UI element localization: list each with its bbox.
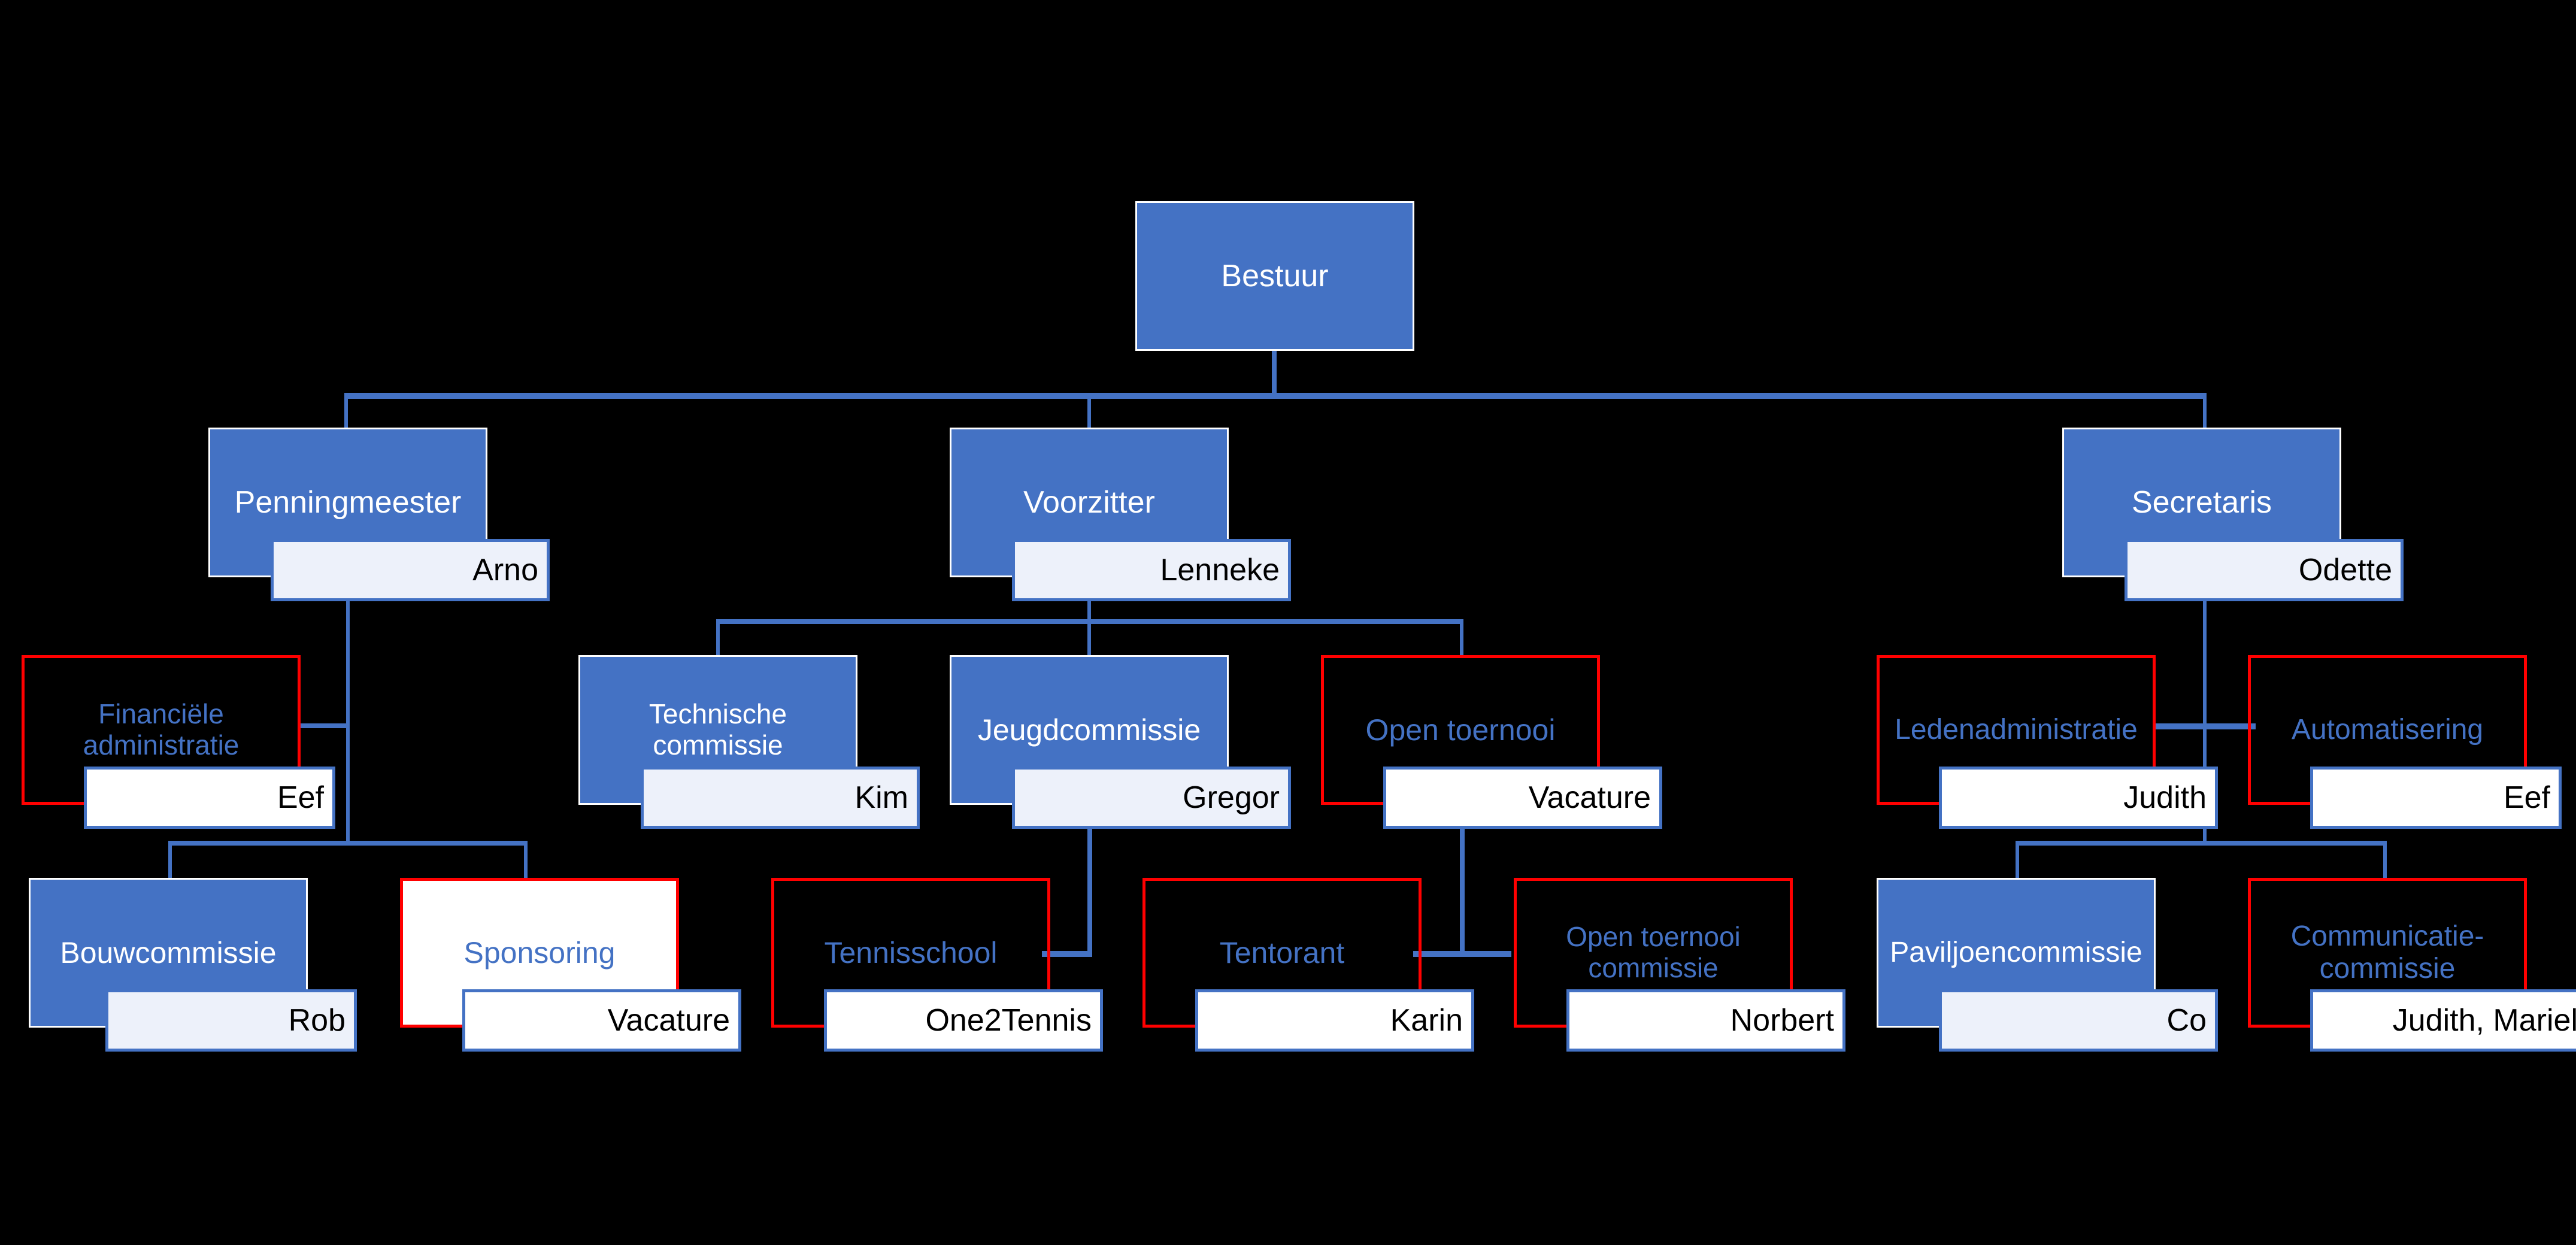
org-node-title-jeugdcommissie: Jeugdcommissie [977, 713, 1201, 747]
connector-penn-child-bus [168, 841, 528, 846]
org-node-nameplate-open-toernooi-commissie[interactable]: Norbert [1566, 989, 1845, 1052]
org-node-title-penningmeester: Penningmeester [234, 484, 462, 520]
org-node-title-sponsoring: Sponsoring [463, 936, 616, 970]
org-node-open-toernooi-commissie[interactable]: Open toernooi commissie Norbert [1514, 878, 1845, 1052]
org-node-title-communicatie-commissie: Communicatie-commissie [2290, 920, 2484, 985]
org-node-technische-commissie[interactable]: Technische commissie Kim [578, 655, 920, 829]
org-node-title-automatisering: Automatisering [2291, 714, 2484, 746]
connector-secr-child-bus [2016, 841, 2387, 846]
org-node-person-open-toernooi: Vacature [1528, 780, 1651, 815]
org-node-jeugdcommissie[interactable]: Jeugdcommissie Gregor [950, 655, 1291, 829]
connector-penn-asst-stub [298, 723, 347, 728]
org-node-nameplate-tentorant[interactable]: Karin [1195, 989, 1474, 1052]
org-node-nameplate-bouwcommissie[interactable]: Rob [105, 989, 357, 1052]
org-node-nameplate-tennisschool[interactable]: One2Tennis [824, 989, 1103, 1052]
org-node-automatisering[interactable]: Automatisering Eef [2248, 655, 2562, 829]
connector-penn-drop-bouw [168, 841, 172, 878]
org-node-title-ledenadministratie: Ledenadministratie [1895, 714, 2138, 746]
org-node-person-tennisschool: One2Tennis [925, 1003, 1092, 1038]
org-node-nameplate-communicatie-commissie[interactable]: Judith, Mariel [2310, 989, 2576, 1052]
org-node-title-paviljoencommissie: Paviljoencommissie [1890, 937, 2142, 969]
org-node-box-bestuur[interactable]: Bestuur [1135, 201, 1414, 351]
org-node-open-toernooi[interactable]: Open toernooi Vacature [1321, 655, 1662, 829]
org-node-title-open-toernooi-commissie: Open toernooi commissie [1566, 921, 1741, 983]
org-node-voorzitter[interactable]: Voorzitter Lenneke [950, 428, 1291, 601]
org-node-nameplate-secretaris[interactable]: Odette [2125, 539, 2404, 601]
org-node-paviljoencommissie[interactable]: Paviljoencommissie Co [1877, 878, 2218, 1052]
org-node-title-secretaris: Secretaris [2131, 484, 2272, 520]
connector-secr-drop-comm [2383, 841, 2387, 878]
org-node-title-tennisschool: Tennisschool [824, 936, 998, 970]
org-node-person-bouwcommissie: Rob [288, 1003, 346, 1038]
org-node-nameplate-penningmeester[interactable]: Arno [271, 539, 550, 601]
org-node-person-secretaris: Odette [2298, 553, 2392, 587]
org-node-nameplate-open-toernooi[interactable]: Vacature [1383, 767, 1662, 829]
org-node-title-financiele-administratie: Financiële administratie [83, 698, 240, 761]
org-node-title-bouwcommissie: Bouwcommissie [60, 936, 277, 970]
connector-ot-stub-otc [1460, 951, 1511, 957]
org-node-penningmeester[interactable]: Penningmeester Arno [208, 428, 550, 601]
connector-drop-secretaris [2203, 393, 2207, 430]
org-node-nameplate-jeugdcommissie[interactable]: Gregor [1012, 767, 1291, 829]
org-node-person-ledenadministratie: Judith [2123, 780, 2207, 815]
org-node-nameplate-ledenadministratie[interactable]: Judith [1939, 767, 2218, 829]
org-node-bouwcommissie[interactable]: Bouwcommissie Rob [29, 878, 357, 1052]
org-node-person-tentorant: Karin [1390, 1003, 1463, 1038]
org-node-person-communicatie-commissie: Judith, Mariel [2392, 1003, 2576, 1038]
org-node-person-financiele-administratie: Eef [277, 780, 324, 815]
org-node-nameplate-voorzitter[interactable]: Lenneke [1012, 539, 1291, 601]
connector-penn-drop-sponsor [524, 841, 528, 878]
org-node-tennisschool[interactable]: Tennisschool One2Tennis [771, 878, 1103, 1052]
org-node-person-voorzitter: Lenneke [1160, 553, 1280, 587]
org-node-person-automatisering: Eef [2503, 780, 2550, 815]
org-node-nameplate-sponsoring[interactable]: Vacature [462, 989, 741, 1052]
org-node-bestuur[interactable]: Bestuur [1135, 201, 1414, 351]
org-node-title-bestuur: Bestuur [1221, 258, 1329, 293]
org-node-title-open-toernooi: Open toernooi [1365, 713, 1556, 747]
org-node-financiele-administratie[interactable]: Financiële administratie Eef [22, 655, 335, 829]
org-chart-canvas: Bestuur Penningmeester Arno Voorzitter Lenne… [0, 0, 2576, 1245]
org-node-ledenadministratie[interactable]: Ledenadministratie Judith [1877, 655, 2218, 829]
org-node-tentorant[interactable]: Tentorant Karin [1142, 878, 1474, 1052]
connector-drop-penningmeester [344, 393, 348, 430]
org-node-nameplate-technische-commissie[interactable]: Kim [641, 767, 920, 829]
org-node-person-sponsoring: Vacature [607, 1003, 730, 1038]
org-node-secretaris[interactable]: Secretaris Odette [2062, 428, 2404, 601]
org-node-nameplate-paviljoencommissie[interactable]: Co [1939, 989, 2218, 1052]
connector-row1-bus [344, 393, 2207, 399]
org-node-person-open-toernooi-commissie: Norbert [1730, 1003, 1834, 1038]
org-node-person-penningmeester: Arno [472, 553, 538, 587]
connector-drop-voorzitter [1087, 393, 1091, 430]
org-node-title-technische-commissie: Technische commissie [648, 698, 787, 761]
connector-voorz-drop-ot [1460, 619, 1463, 656]
connector-penn-spine [346, 577, 350, 844]
org-node-nameplate-financiele-administratie[interactable]: Eef [84, 767, 335, 829]
org-node-sponsoring[interactable]: Sponsoring Vacature [400, 878, 741, 1052]
org-node-person-paviljoencommissie: Co [2166, 1003, 2207, 1038]
org-node-person-technische-commissie: Kim [854, 780, 908, 815]
org-node-title-tentorant: Tentorant [1219, 936, 1345, 970]
connector-voorz-drop-jc [1087, 619, 1091, 656]
connector-voorz-drop-tc [716, 619, 720, 656]
org-node-person-jeugdcommissie: Gregor [1183, 780, 1280, 815]
connector-bestuur-stem [1272, 351, 1277, 396]
org-node-title-voorzitter: Voorzitter [1023, 484, 1155, 520]
org-node-nameplate-automatisering[interactable]: Eef [2310, 767, 2562, 829]
org-node-communicatie-commissie[interactable]: Communicatie-commissie Judith, Mariel [2248, 878, 2576, 1052]
connector-secr-stub-leden [2153, 723, 2206, 729]
connector-secr-drop-pav [2016, 841, 2019, 878]
